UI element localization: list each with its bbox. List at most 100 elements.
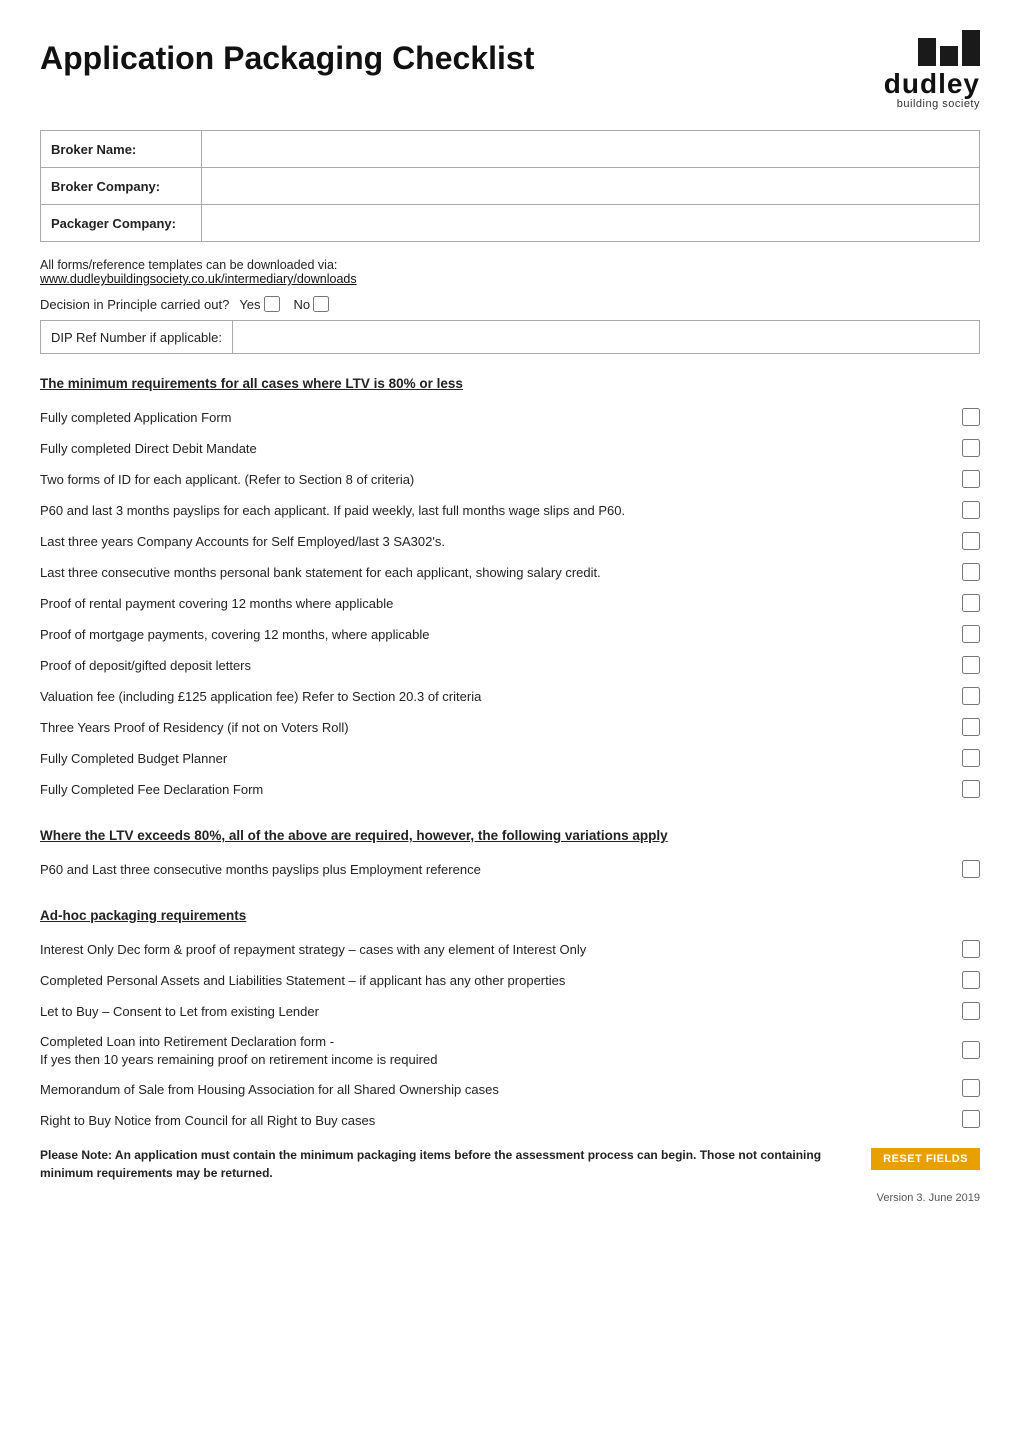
section2-heading: Where the LTV exceeds 80%, all of the ab… — [40, 828, 980, 843]
broker-company-label: Broker Company: — [41, 173, 201, 200]
checklist-checkbox[interactable] — [962, 625, 980, 643]
broker-company-input[interactable] — [202, 168, 979, 202]
no-label-text: No — [294, 297, 311, 312]
logo-text-sub: building society — [897, 98, 980, 110]
page-header: Application Packaging Checklist dudley b… — [40, 30, 980, 110]
section1-checklist: Fully completed Application Form Fully c… — [40, 403, 980, 806]
checklist-checkbox-label[interactable] — [962, 1110, 980, 1131]
checklist-row: Valuation fee (including £125 applicatio… — [40, 682, 980, 713]
checklist-checkbox[interactable] — [962, 1110, 980, 1128]
checklist-row: Completed Personal Assets and Liabilitie… — [40, 966, 980, 997]
checklist-checkbox-label[interactable] — [962, 687, 980, 708]
checklist-checkbox-label[interactable] — [962, 749, 980, 770]
checklist-item-text: Last three consecutive months personal b… — [40, 564, 962, 582]
checklist-row: Proof of mortgage payments, covering 12 … — [40, 620, 980, 651]
checklist-checkbox-label[interactable] — [962, 860, 980, 881]
checklist-checkbox-label[interactable] — [962, 470, 980, 491]
packager-company-input-area — [201, 205, 979, 241]
checklist-checkbox-label[interactable] — [962, 1002, 980, 1023]
logo-bar-1 — [918, 38, 936, 66]
checklist-checkbox-label[interactable] — [962, 532, 980, 553]
broker-name-input[interactable] — [202, 131, 979, 165]
checklist-item-text: Memorandum of Sale from Housing Associat… — [40, 1081, 962, 1099]
info-link[interactable]: www.dudleybuildingsociety.co.uk/intermed… — [40, 272, 980, 286]
checklist-checkbox[interactable] — [962, 1041, 980, 1059]
checklist-checkbox[interactable] — [962, 860, 980, 878]
checklist-item-text: P60 and Last three consecutive months pa… — [40, 861, 962, 879]
checklist-checkbox-label[interactable] — [962, 1041, 980, 1062]
checklist-checkbox-label[interactable] — [962, 780, 980, 801]
info-line1: All forms/reference templates can be dow… — [40, 258, 980, 272]
no-checkbox[interactable] — [313, 296, 329, 312]
checklist-item-text: Three Years Proof of Residency (if not o… — [40, 719, 962, 737]
checklist-checkbox[interactable] — [962, 532, 980, 550]
checklist-checkbox[interactable] — [962, 687, 980, 705]
checklist-checkbox[interactable] — [962, 439, 980, 457]
checklist-checkbox[interactable] — [962, 940, 980, 958]
checklist-item-text: Last three years Company Accounts for Se… — [40, 533, 962, 551]
checklist-checkbox-label[interactable] — [962, 656, 980, 677]
checklist-row: Memorandum of Sale from Housing Associat… — [40, 1074, 980, 1105]
checklist-checkbox[interactable] — [962, 749, 980, 767]
checklist-item-text: Right to Buy Notice from Council for all… — [40, 1112, 962, 1130]
checklist-checkbox[interactable] — [962, 1002, 980, 1020]
info-section: All forms/reference templates can be dow… — [40, 258, 980, 286]
checklist-checkbox-label[interactable] — [962, 501, 980, 522]
checklist-checkbox[interactable] — [962, 408, 980, 426]
dip-ref-row: DIP Ref Number if applicable: — [40, 320, 980, 354]
logo-text-main: dudley — [884, 70, 980, 98]
checklist-item-text: Fully Completed Budget Planner — [40, 750, 962, 768]
checklist-row: Three Years Proof of Residency (if not o… — [40, 713, 980, 744]
dip-question-label: Decision in Principle carried out? — [40, 297, 229, 312]
checklist-checkbox-label[interactable] — [962, 439, 980, 460]
checklist-checkbox[interactable] — [962, 718, 980, 736]
checklist-checkbox-label[interactable] — [962, 594, 980, 615]
packager-company-input[interactable] — [202, 205, 979, 239]
checklist-item-text: Interest Only Dec form & proof of repaym… — [40, 941, 962, 959]
checklist-item-text: Fully completed Application Form — [40, 409, 962, 427]
checklist-row: Fully completed Application Form — [40, 403, 980, 434]
yes-label-box[interactable]: Yes — [239, 296, 279, 312]
checklist-checkbox-label[interactable] — [962, 1079, 980, 1100]
bottom-row: Please Note: An application must contain… — [40, 1136, 980, 1182]
checklist-checkbox[interactable] — [962, 656, 980, 674]
checklist-row: Fully completed Direct Debit Mandate — [40, 434, 980, 465]
checklist-checkbox[interactable] — [962, 780, 980, 798]
checklist-checkbox[interactable] — [962, 563, 980, 581]
checklist-checkbox[interactable] — [962, 1079, 980, 1097]
checklist-checkbox-label[interactable] — [962, 971, 980, 992]
reset-button[interactable]: RESET FIELDS — [871, 1148, 980, 1170]
packager-company-row: Packager Company: — [41, 205, 979, 241]
checklist-row: Last three years Company Accounts for Se… — [40, 527, 980, 558]
checklist-checkbox[interactable] — [962, 971, 980, 989]
checklist-row: Proof of rental payment covering 12 mont… — [40, 589, 980, 620]
checklist-checkbox-label[interactable] — [962, 408, 980, 429]
checklist-item-text: P60 and last 3 months payslips for each … — [40, 502, 962, 520]
checklist-checkbox-label[interactable] — [962, 718, 980, 739]
checklist-row: Interest Only Dec form & proof of repaym… — [40, 935, 980, 966]
checklist-row: Right to Buy Notice from Council for all… — [40, 1105, 980, 1136]
no-label-box[interactable]: No — [294, 296, 330, 312]
page-title: Application Packaging Checklist — [40, 40, 534, 77]
checklist-item-text: Proof of rental payment covering 12 mont… — [40, 595, 962, 613]
checklist-item-text: Valuation fee (including £125 applicatio… — [40, 688, 962, 706]
yes-checkbox[interactable] — [264, 296, 280, 312]
checklist-checkbox-label[interactable] — [962, 563, 980, 584]
checklist-row: P60 and Last three consecutive months pa… — [40, 855, 980, 886]
checklist-checkbox-label[interactable] — [962, 940, 980, 961]
checklist-row: Two forms of ID for each applicant. (Ref… — [40, 465, 980, 496]
checklist-item-text: Completed Personal Assets and Liabilitie… — [40, 972, 962, 990]
section3-checklist: Interest Only Dec form & proof of repaym… — [40, 935, 980, 1136]
checklist-row: P60 and last 3 months payslips for each … — [40, 496, 980, 527]
checklist-checkbox[interactable] — [962, 470, 980, 488]
checklist-item-text: Completed Loan into Retirement Declarati… — [40, 1033, 962, 1069]
checklist-checkbox-label[interactable] — [962, 625, 980, 646]
footer-note: Please Note: An application must contain… — [40, 1146, 871, 1182]
packager-company-label: Packager Company: — [41, 210, 201, 237]
broker-company-input-area — [201, 168, 979, 204]
checklist-item-text: Fully Completed Fee Declaration Form — [40, 781, 962, 799]
checklist-item-text: Proof of mortgage payments, covering 12 … — [40, 626, 962, 644]
checklist-checkbox[interactable] — [962, 594, 980, 612]
dip-ref-input[interactable] — [232, 321, 979, 353]
checklist-checkbox[interactable] — [962, 501, 980, 519]
